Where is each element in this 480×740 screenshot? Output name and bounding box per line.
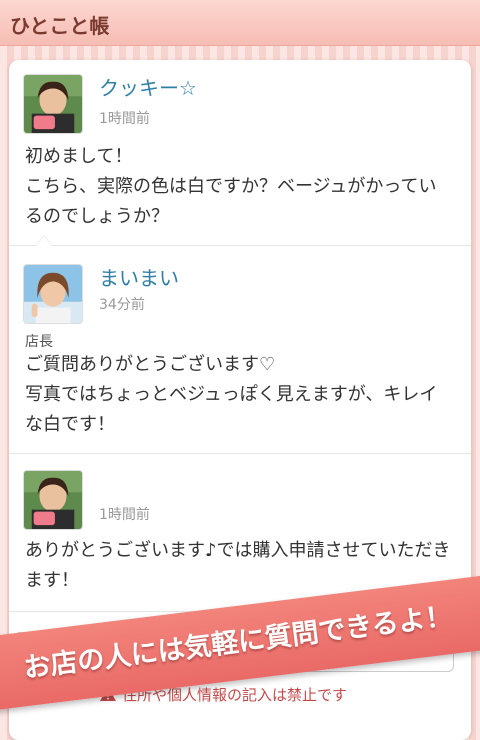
comment-author-name[interactable]: まいまい [99,262,179,291]
reply-notch [35,235,53,246]
comment-text: ご質問ありがとうございます♡ 写真ではちょっとベジュっぽく見えますが、キレイな白… [25,354,438,435]
comment-timestamp: 34分前 [99,297,145,313]
comment-text: 初めまして！ こちら、実際の色は白ですか？ベージュがかっているのでしょうか？ [25,146,437,227]
comment-divider [9,245,471,246]
role-badge: 店長 [25,334,53,350]
comment-divider [9,453,471,454]
page-title: ひとこと帳 [10,14,110,38]
comment-timestamp: 1時間前 [99,507,150,523]
comment-timestamp: 1時間前 [99,111,150,127]
avatar-user-1[interactable] [23,74,83,134]
comment-author-name[interactable]: クッキー☆ [99,72,197,101]
avatar-shop-manager[interactable] [23,264,83,324]
avatar-user-1[interactable] [23,470,83,530]
app-header: ひとこと帳 [0,0,480,46]
